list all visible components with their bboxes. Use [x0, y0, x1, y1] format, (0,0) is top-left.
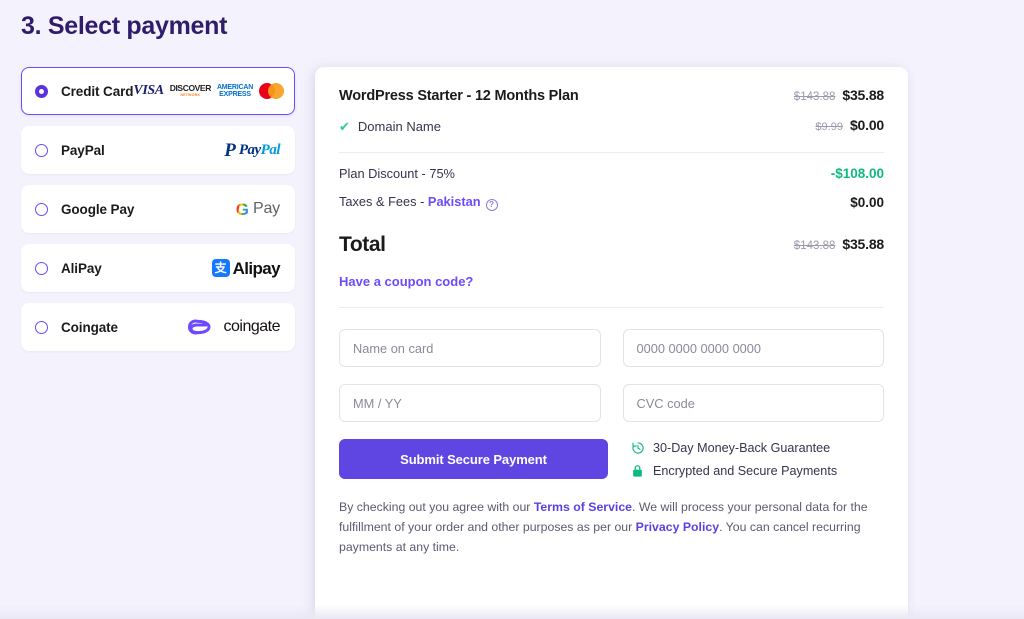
page-title: 3. Select payment [21, 12, 228, 40]
paypal-logo: P PayPal [224, 141, 280, 160]
form-row-1 [339, 329, 884, 367]
help-icon[interactable]: ? [485, 199, 498, 211]
mastercard-icon [259, 83, 285, 99]
google-g-icon: G [235, 199, 250, 219]
alipay-icon: 支 Alipay [211, 258, 281, 278]
coupon-code-link[interactable]: Have a coupon code? [339, 274, 884, 289]
amex-line1: AMERICAN [216, 83, 254, 91]
google-pay-wordmark: Pay [253, 200, 280, 217]
addon-price: $9.99 $0.00 [815, 117, 884, 135]
plan-name: WordPress Starter - 12 Months Plan [339, 88, 579, 104]
divider [339, 307, 884, 308]
name-on-card-input[interactable] [339, 329, 601, 367]
legal-disclaimer: By checking out you agree with our Terms… [339, 498, 884, 558]
coingate-icon: coingate [183, 317, 281, 337]
paypal-icon: P PayPal [224, 141, 280, 160]
terms-of-service-link[interactable]: Terms of Service [534, 500, 632, 514]
google-pay-logo: G Pay [236, 200, 280, 218]
paypal-wordmark: PayPal [238, 141, 281, 158]
card-expiry-input[interactable] [339, 384, 601, 422]
clock-refresh-icon [630, 441, 645, 455]
google-pay-icon: G Pay [236, 200, 280, 218]
payment-methods-list: Credit Card VISA DISCOVER NETWORK AMERIC… [21, 67, 295, 362]
plan-price-current: $35.88 [842, 87, 884, 103]
order-summary-panel: WordPress Starter - 12 Months Plan $143.… [315, 67, 908, 619]
submit-secure-payment-button[interactable]: Submit Secure Payment [339, 439, 608, 479]
card-payment-form: Submit Secure Payment 30-Day Money-Back … [339, 329, 884, 558]
plan-price: $143.88 $35.88 [794, 87, 884, 105]
plan-price-original: $143.88 [793, 91, 836, 103]
assurances-list: 30-Day Money-Back Guarantee Encrypted an… [630, 439, 837, 487]
form-row-2 [339, 384, 884, 422]
coingate-logo: coingate [183, 317, 281, 337]
assurance-text: Encrypted and Secure Payments [653, 464, 838, 478]
payment-method-label: AliPay [61, 260, 102, 276]
payment-method-label: Google Pay [61, 201, 135, 217]
payment-method-alipay[interactable]: AliPay 支 Alipay [21, 244, 295, 292]
coingate-wordmark: coingate [223, 318, 281, 335]
legal-text-part1: By checking out you agree with our [339, 500, 534, 514]
payment-method-credit-card[interactable]: Credit Card VISA DISCOVER NETWORK AMERIC… [21, 67, 295, 115]
card-brand-logos: VISA DISCOVER NETWORK AMERICAN EXPRESS [133, 83, 285, 99]
assurance-money-back: 30-Day Money-Back Guarantee [630, 441, 837, 455]
addon-price-current: $0.00 [849, 117, 884, 133]
payment-method-coingate[interactable]: Coingate coingate [21, 303, 295, 351]
discover-icon: DISCOVER NETWORK [169, 83, 212, 97]
payment-method-paypal[interactable]: PayPal P PayPal [21, 126, 295, 174]
taxes-amount: $0.00 [850, 195, 884, 210]
total-price: $143.88 $35.88 [794, 236, 884, 254]
addon-row: ✔ Domain Name $9.99 $0.00 [339, 105, 884, 135]
submit-and-assurances: Submit Secure Payment 30-Day Money-Back … [339, 439, 884, 487]
alipay-mark: 支 [211, 259, 230, 277]
discount-label: Plan Discount - 75% [339, 166, 455, 181]
total-price-original: $143.88 [793, 240, 836, 252]
assurance-encrypted: Encrypted and Secure Payments [630, 464, 837, 478]
card-cvc-input[interactable] [622, 384, 884, 422]
taxes-label-text: Taxes & Fees - [339, 194, 428, 209]
plan-row: WordPress Starter - 12 Months Plan $143.… [339, 67, 884, 105]
payment-method-label: Credit Card [61, 83, 134, 99]
visa-icon: VISA [133, 83, 164, 98]
payment-method-google-pay[interactable]: Google Pay G Pay [21, 185, 295, 233]
check-icon: ✔ [339, 118, 350, 134]
alipay-logo: 支 Alipay [211, 258, 281, 278]
radio-coingate[interactable] [35, 320, 48, 334]
taxes-row: Taxes & Fees - Pakistan? $0.00 [339, 181, 884, 211]
amex-icon: AMERICAN EXPRESS [217, 84, 253, 99]
taxes-label: Taxes & Fees - Pakistan? [339, 194, 498, 211]
payment-method-label: PayPal [61, 142, 105, 158]
paypal-mark: P [224, 139, 236, 161]
lock-icon [630, 464, 645, 478]
alipay-wordmark: Alipay [232, 258, 281, 278]
addon-name: Domain Name [357, 118, 441, 134]
taxes-country-link[interactable]: Pakistan [428, 194, 481, 209]
coingate-glyph-icon [187, 319, 210, 335]
payment-method-label: Coingate [61, 319, 118, 335]
addon-price-original: $9.99 [815, 121, 843, 133]
discover-subtext: NETWORK [180, 92, 201, 97]
total-label: Total [339, 233, 386, 256]
amex-line2: EXPRESS [219, 91, 251, 98]
assurance-text: 30-Day Money-Back Guarantee [653, 441, 831, 455]
discount-amount: -$108.00 [830, 166, 884, 181]
radio-credit-card[interactable] [35, 84, 48, 98]
radio-alipay[interactable] [35, 261, 48, 275]
total-price-current: $35.88 [842, 236, 884, 252]
card-number-input[interactable] [622, 329, 884, 367]
discount-row: Plan Discount - 75% -$108.00 [339, 153, 884, 181]
radio-google-pay[interactable] [35, 202, 48, 216]
discover-wordmark: DISCOVER [169, 83, 212, 94]
radio-paypal[interactable] [35, 143, 48, 157]
privacy-policy-link[interactable]: Privacy Policy [636, 520, 719, 534]
total-row: Total $143.88 $35.88 [339, 211, 884, 257]
